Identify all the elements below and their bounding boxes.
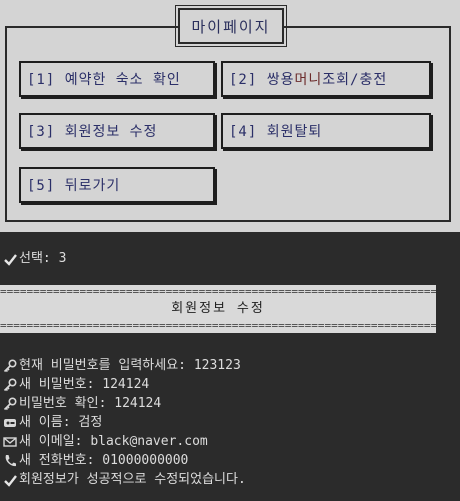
selection-text: 선택: 3 [19,251,67,266]
money-button-label-highlight: 머니 [294,72,323,88]
console-line: 현재 비밀번호를 입력하세요: 123123 [3,357,241,375]
section-header-box: ========================================… [0,285,436,333]
id-card-icon [3,416,17,430]
console-text: 새 이메일: black@naver.com [19,434,208,449]
phone-icon [3,454,17,468]
reservation-check-button[interactable]: [1] 예약한 숙소 확인 [19,61,215,97]
console-text: 현재 비밀번호를 입력하세요: 123123 [19,358,241,373]
money-charge-button[interactable]: [2] 쌍용 머니 조회/충전 [221,61,431,97]
key-icon [3,378,17,392]
separator-bottom: ========================================… [0,321,436,331]
edit-profile-button[interactable]: [3] 회원정보 수정 [19,113,215,149]
key-icon [3,359,17,373]
back-button[interactable]: [5] 뒤로가기 [19,167,215,203]
separator-top: ========================================… [0,287,436,297]
check-icon [3,473,17,487]
key-icon [3,397,17,411]
section-title: 회원정보 수정 [171,301,265,316]
menu-title: 마이페이지 [175,5,287,47]
money-button-label-a: [2] 쌍용 [229,72,295,88]
check-icon [3,252,17,266]
money-button-label-b: 조회/충전 [322,72,388,88]
console-line: 새 이메일: black@naver.com [3,433,208,451]
console-text: 새 이름: 검정 [19,415,103,430]
console-line: 새 이름: 검정 [3,414,102,432]
console-text: 새 전화번호: 01000000000 [19,453,189,468]
console-line: 비밀번호 확인: 124124 [3,395,161,413]
console-text: 비밀번호 확인: 124124 [19,396,162,411]
console-text: 새 비밀번호: 124124 [19,377,150,392]
envelope-icon [3,435,17,449]
console-text: 회원정보가 성공적으로 수정되었습니다. [19,472,246,487]
mypage-menu-panel: 마이페이지 [1] 예약한 숙소 확인 [2] 쌍용 머니 조회/충전 [3] … [0,0,460,232]
console-line: 회원정보가 성공적으로 수정되었습니다. [3,471,246,489]
selection-line: 선택: 3 [3,250,66,268]
console-line: 새 전화번호: 01000000000 [3,452,188,470]
console-line: 새 비밀번호: 124124 [3,376,149,394]
withdraw-button[interactable]: [4] 회원탈퇴 [221,113,431,149]
